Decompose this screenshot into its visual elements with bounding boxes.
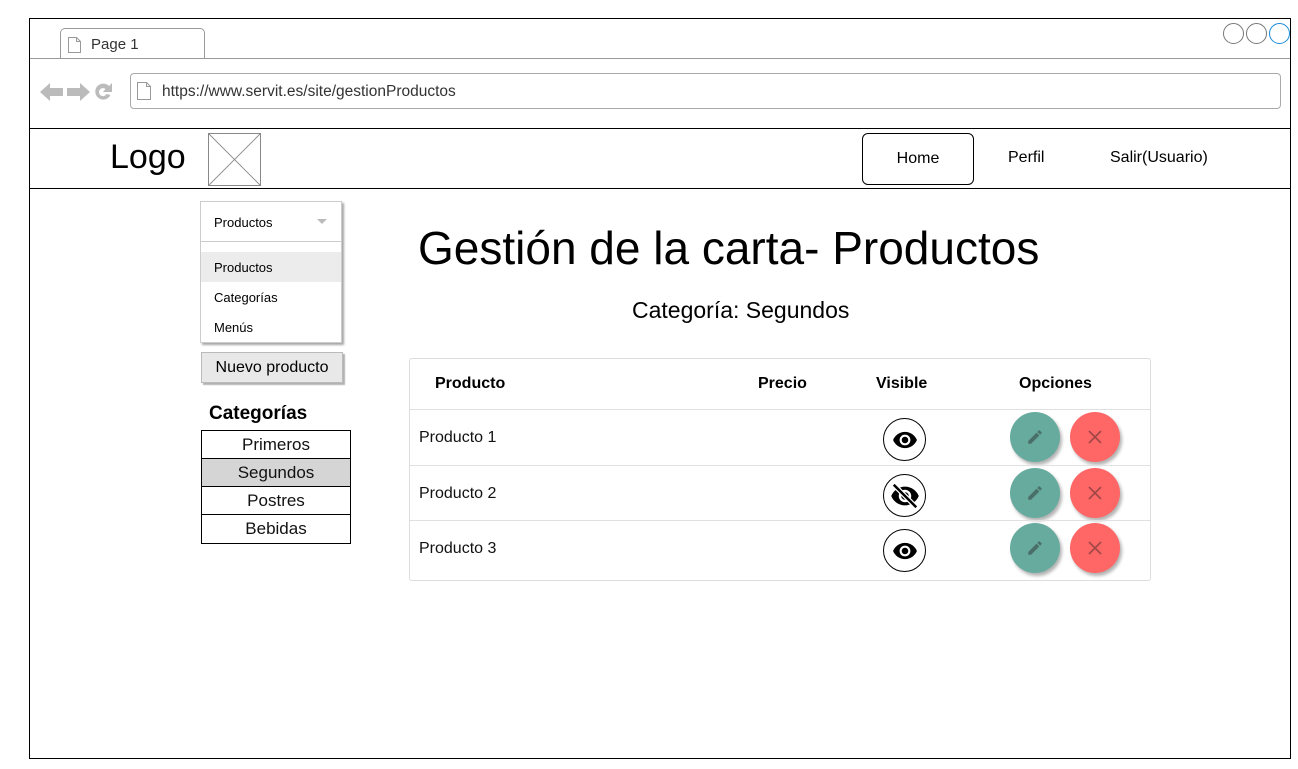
page-icon: [68, 37, 81, 53]
close-icon: [1088, 430, 1102, 444]
pencil-icon: [1028, 541, 1042, 555]
section-dropdown[interactable]: Productos Productos Categorías Menús: [200, 201, 342, 343]
close-window-button[interactable]: [1269, 23, 1290, 44]
dropdown-option-productos[interactable]: Productos: [201, 252, 341, 282]
category-item-bebidas[interactable]: Bebidas: [202, 515, 350, 543]
back-arrow-icon[interactable]: [40, 82, 64, 102]
close-icon: [1088, 541, 1102, 555]
category-item-segundos[interactable]: Segundos: [202, 459, 350, 487]
visible-toggle[interactable]: [883, 529, 926, 572]
categories-title: Categorías: [209, 403, 308, 424]
dropdown-option-categorias[interactable]: Categorías: [201, 282, 341, 312]
reload-icon[interactable]: [92, 81, 114, 103]
maximize-button[interactable]: [1246, 23, 1267, 44]
page-title: Gestión de la carta- Productos: [418, 222, 1040, 274]
category-subtitle: Categoría: Segundos: [632, 297, 850, 323]
dropdown-option-menus[interactable]: Menús: [201, 312, 341, 342]
chevron-down-icon: [317, 219, 327, 224]
new-product-button[interactable]: Nuevo producto: [201, 352, 343, 383]
table-row: Producto 1: [410, 409, 1150, 465]
url-text: https://www.servit.es/site/gestionProduc…: [162, 83, 456, 100]
product-name: Producto 2: [419, 485, 497, 502]
visible-toggle[interactable]: [883, 474, 926, 517]
tab-label: Page 1: [91, 36, 139, 53]
table-row: Producto 3: [410, 520, 1150, 576]
close-icon: [1088, 486, 1102, 500]
eye-icon: [892, 431, 917, 448]
category-item-postres[interactable]: Postres: [202, 487, 350, 515]
edit-button[interactable]: [1010, 523, 1060, 573]
minimize-button[interactable]: [1223, 23, 1244, 44]
pencil-icon: [1028, 430, 1042, 444]
forward-arrow-icon[interactable]: [66, 82, 90, 102]
page-icon: [137, 82, 151, 100]
eye-icon: [892, 542, 917, 559]
address-bar[interactable]: https://www.servit.es/site/gestionProduc…: [130, 73, 1281, 109]
tab-divider: [30, 58, 1290, 59]
nav-salir-link[interactable]: Salir(Usuario): [1110, 149, 1208, 167]
table-row: Producto 2: [410, 465, 1150, 521]
browser-window: Page 1 https://www.servit.es/site/gestio…: [29, 18, 1291, 759]
delete-button[interactable]: [1070, 468, 1120, 518]
nav-home-button[interactable]: Home: [862, 133, 974, 185]
column-header-visible: Visible: [876, 375, 928, 392]
column-header-opciones: Opciones: [1019, 375, 1092, 392]
product-name: Producto 1: [419, 429, 497, 446]
column-header-producto: Producto: [435, 375, 506, 392]
dropdown-selected[interactable]: Productos: [201, 202, 341, 242]
pencil-icon: [1028, 486, 1042, 500]
window-controls: [1223, 23, 1290, 44]
column-header-precio: Precio: [758, 375, 807, 392]
address-divider: [30, 128, 1290, 129]
edit-button[interactable]: [1010, 468, 1060, 518]
logo-image-placeholder: [208, 133, 261, 186]
category-item-primeros[interactable]: Primeros: [202, 431, 350, 459]
categories-list: Primeros Segundos Postres Bebidas: [201, 430, 351, 544]
browser-tab[interactable]: Page 1: [60, 28, 205, 59]
edit-button[interactable]: [1010, 412, 1060, 462]
delete-button[interactable]: [1070, 412, 1120, 462]
logo-text: Logo: [110, 138, 186, 176]
visible-toggle[interactable]: [883, 418, 926, 461]
header-divider: [30, 188, 1290, 189]
nav-perfil-link[interactable]: Perfil: [1008, 149, 1044, 167]
nav-controls: [40, 81, 114, 103]
delete-button[interactable]: [1070, 523, 1120, 573]
eye-off-icon: [890, 482, 919, 509]
product-name: Producto 3: [419, 540, 497, 557]
products-table: Producto Precio Visible Opciones Product…: [409, 358, 1151, 581]
dropdown-selected-label: Productos: [214, 215, 273, 230]
